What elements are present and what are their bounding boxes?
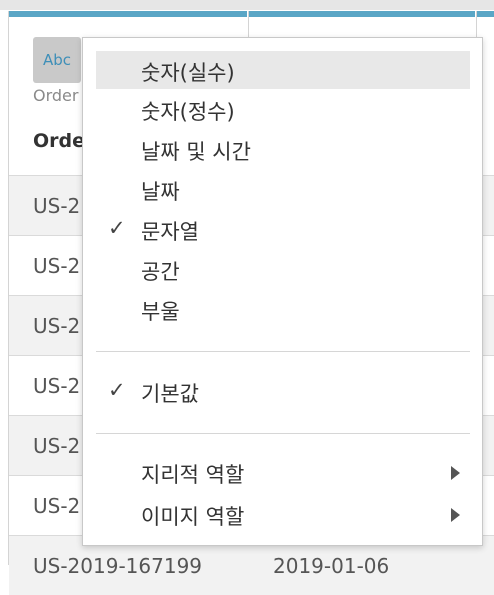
column-accent	[249, 11, 475, 17]
submenu-arrow-icon	[451, 508, 460, 522]
data-type-badge[interactable]: Abc	[33, 37, 81, 83]
menu-separator	[96, 351, 470, 352]
menu-item-string[interactable]: ✓ 문자열	[96, 210, 470, 248]
menu-item-label: 공간	[141, 260, 180, 284]
checkmark-icon: ✓	[108, 216, 126, 240]
data-type-menu: 숫자(실수) 숫자(정수) 날짜 및 시간 날짜 ✓ 문자열 공간 부울 ✓ 기…	[82, 37, 483, 546]
menu-item-default[interactable]: ✓ 기본값	[96, 372, 470, 410]
menu-separator	[96, 433, 470, 434]
field-origin-label: Order	[33, 86, 79, 105]
menu-item-image-role[interactable]: 이미지 역할	[96, 495, 470, 533]
table-cell: US-2	[33, 434, 81, 458]
table-cell: US-2019-167199	[33, 554, 203, 578]
menu-item-datetime[interactable]: 날짜 및 시간	[96, 130, 470, 168]
menu-item-label: 숫자(정수)	[141, 100, 235, 124]
menu-item-geographic-role[interactable]: 지리적 역할	[96, 453, 470, 491]
table-cell: US-2	[33, 494, 81, 518]
menu-item-label: 숫자(실수)	[141, 61, 235, 85]
table-cell: US-2	[33, 374, 81, 398]
menu-item-label: 기본값	[141, 382, 199, 406]
table-cell: US-2	[33, 254, 81, 278]
menu-item-number-decimal[interactable]: 숫자(실수)	[96, 51, 470, 89]
menu-item-label: 부울	[141, 300, 180, 324]
top-rule	[0, 0, 494, 10]
menu-item-label: 문자열	[141, 220, 199, 244]
table-cell: 2019-01-06	[273, 554, 390, 578]
column-accent	[477, 11, 494, 17]
checkmark-icon: ✓	[108, 378, 126, 402]
menu-item-spatial[interactable]: 공간	[96, 250, 470, 288]
table-cell: US-2	[33, 314, 81, 338]
menu-item-date[interactable]: 날짜	[96, 170, 470, 208]
menu-item-boolean[interactable]: 부울	[96, 290, 470, 328]
menu-item-label: 날짜	[141, 180, 180, 204]
menu-item-label: 이미지 역할	[141, 505, 245, 529]
submenu-arrow-icon	[451, 466, 460, 480]
table-cell: US-2	[33, 194, 81, 218]
menu-item-label: 지리적 역할	[141, 463, 245, 487]
menu-item-label: 날짜 및 시간	[141, 140, 251, 164]
field-name-label: Orde	[33, 130, 86, 152]
menu-item-number-whole[interactable]: 숫자(정수)	[96, 90, 470, 128]
